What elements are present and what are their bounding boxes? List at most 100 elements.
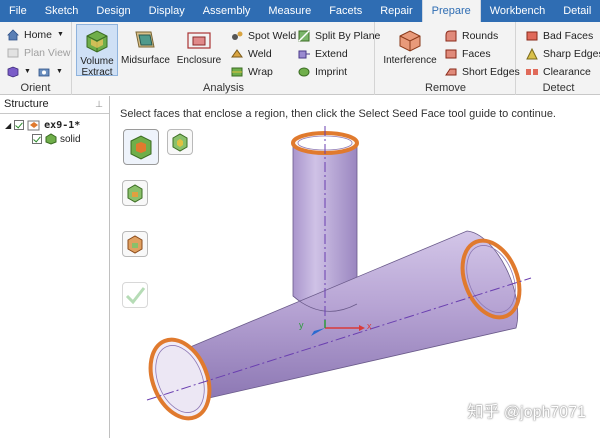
- tab-design[interactable]: Design: [87, 0, 139, 22]
- short-edges-button[interactable]: Short Edges: [444, 63, 520, 80]
- pin-icon[interactable]: ⊥: [95, 96, 103, 113]
- wrap-label: Wrap: [248, 65, 273, 78]
- bad-faces-icon: [526, 31, 538, 40]
- tab-assembly[interactable]: Assembly: [194, 0, 260, 22]
- tab-repair[interactable]: Repair: [371, 0, 421, 22]
- home-icon: [7, 28, 19, 40]
- camera-icon: [38, 68, 50, 76]
- sharp-edges-icon: [526, 47, 538, 59]
- enclosure-icon: [187, 32, 211, 49]
- plan-view-icon: [7, 48, 19, 57]
- plan-view-label: Plan View: [24, 46, 71, 59]
- volume-extract-button[interactable]: Volume Extract: [76, 24, 118, 78]
- tab-sketch[interactable]: Sketch: [36, 0, 88, 22]
- clearance-icon: [526, 68, 538, 75]
- cube-view-icon: [7, 66, 19, 77]
- imprint-label: Imprint: [315, 65, 348, 78]
- weld-icon: [231, 48, 243, 57]
- home-button[interactable]: Home ▼: [6, 26, 64, 43]
- clearance-button[interactable]: Clearance: [525, 63, 591, 80]
- ribbon: Home ▼ Plan View ▼ ▼ Orient Volume Extra…: [0, 22, 600, 95]
- y-axis-label: y: [299, 320, 304, 330]
- menu-bar: File Sketch Design Display Assembly Meas…: [0, 0, 600, 22]
- chevron-down-icon: ▼: [24, 68, 31, 75]
- tab-display[interactable]: Display: [140, 0, 194, 22]
- volume-extract-icon: [86, 30, 108, 53]
- split-by-plane-icon: [298, 29, 310, 42]
- home-label: Home: [24, 28, 53, 41]
- detect-group: Bad Faces Sharp Edges Clearance Detect: [517, 22, 600, 95]
- midsurface-button[interactable]: Midsurface: [121, 24, 170, 76]
- tab-detail[interactable]: Detail: [554, 0, 600, 22]
- tree-child-row[interactable]: solid: [32, 132, 81, 146]
- component-icon: [27, 120, 40, 131]
- pipe-model: x y: [146, 126, 532, 421]
- split-by-plane-label: Split By Plane: [315, 29, 381, 42]
- split-by-plane-button[interactable]: Split By Plane: [297, 27, 380, 44]
- rounds-icon: [445, 30, 457, 41]
- bad-faces-button[interactable]: Bad Faces: [525, 27, 593, 44]
- plan-view-button[interactable]: Plan View: [6, 44, 71, 61]
- view-cube-button[interactable]: ▼: [6, 63, 31, 80]
- tab-workbench[interactable]: Workbench: [481, 0, 554, 22]
- midsurface-label: Midsurface: [121, 55, 170, 66]
- imprint-icon: [298, 67, 310, 76]
- bad-faces-label: Bad Faces: [543, 29, 594, 42]
- structure-header: Structure ⊥: [0, 96, 109, 114]
- faces-button[interactable]: Faces: [444, 45, 491, 62]
- spot-weld-button[interactable]: Spot Weld: [230, 27, 296, 44]
- structure-title: Structure: [4, 98, 49, 110]
- tab-facets[interactable]: Facets: [320, 0, 371, 22]
- rounds-label: Rounds: [462, 29, 499, 42]
- solid-body-icon: [45, 133, 57, 145]
- orient-group: Home ▼ Plan View ▼ ▼ Orient: [0, 22, 72, 95]
- detect-group-label: Detect: [542, 82, 575, 94]
- extend-label: Extend: [315, 47, 348, 60]
- clearance-label: Clearance: [543, 65, 591, 78]
- remove-group-label: Remove: [425, 82, 466, 94]
- analysis-group-label: Analysis: [203, 82, 244, 94]
- weld-button[interactable]: Weld: [230, 45, 272, 62]
- weld-label: Weld: [248, 47, 272, 60]
- collapse-icon[interactable]: ◢: [5, 121, 11, 130]
- tab-measure[interactable]: Measure: [259, 0, 320, 22]
- tree-child-label: solid: [60, 133, 81, 145]
- orient-group-label: Orient: [20, 82, 51, 94]
- faces-label: Faces: [462, 47, 491, 60]
- sharp-edges-button[interactable]: Sharp Edges: [525, 45, 600, 62]
- camera-button[interactable]: ▼: [38, 63, 63, 80]
- chevron-down-icon: ▼: [57, 31, 64, 38]
- short-edges-label: Short Edges: [462, 65, 520, 78]
- analysis-group: Volume Extract Midsurface Enclosure Spot…: [73, 22, 380, 95]
- x-axis-label: x: [367, 321, 372, 331]
- volume-extract-label: Volume Extract: [80, 56, 114, 78]
- enclosure-label: Enclosure: [176, 55, 222, 66]
- tree-root-label: ex9-1*: [44, 119, 81, 131]
- short-edges-icon: [445, 68, 457, 75]
- extend-button[interactable]: Extend: [297, 45, 348, 62]
- sharp-edges-label: Sharp Edges: [543, 47, 600, 60]
- rounds-button[interactable]: Rounds: [444, 27, 498, 44]
- wrap-icon: [231, 67, 243, 76]
- 3d-viewport[interactable]: Select faces that enclose a region, then…: [111, 96, 600, 438]
- tab-prepare[interactable]: Prepare: [421, 0, 481, 22]
- faces-icon: [445, 49, 457, 58]
- midsurface-icon: [135, 31, 155, 48]
- visibility-checkbox[interactable]: [32, 134, 42, 144]
- interference-icon: [399, 30, 421, 52]
- visibility-checkbox[interactable]: [14, 120, 25, 130]
- imprint-button[interactable]: Imprint: [297, 63, 347, 80]
- tree-root-row[interactable]: ◢ ex9-1*: [5, 118, 80, 132]
- interference-label: Interference: [383, 55, 437, 66]
- spot-weld-label: Spot Weld: [248, 29, 297, 42]
- chevron-down-icon: ▼: [56, 68, 63, 75]
- interference-button[interactable]: Interference: [382, 24, 438, 76]
- wrap-button[interactable]: Wrap: [230, 63, 273, 80]
- spot-weld-icon: [232, 31, 243, 40]
- tab-file[interactable]: File: [0, 0, 36, 22]
- enclosure-button[interactable]: Enclosure: [176, 24, 222, 76]
- remove-group: Interference Rounds Faces Short Edges Re…: [376, 22, 520, 95]
- watermark-text: 知乎 @joph7071: [467, 404, 586, 421]
- extend-icon: [298, 50, 310, 58]
- structure-panel: Structure ⊥ ◢ ex9-1* solid: [0, 96, 110, 438]
